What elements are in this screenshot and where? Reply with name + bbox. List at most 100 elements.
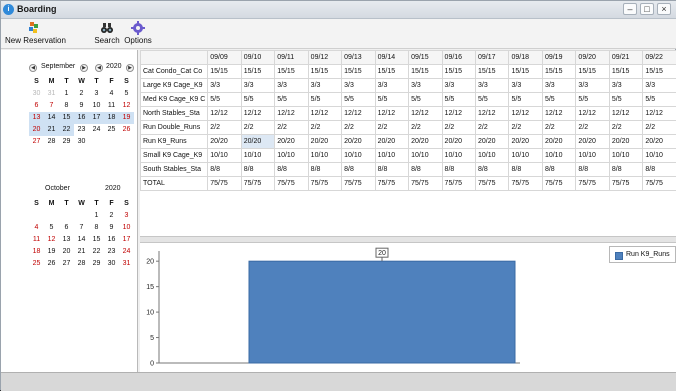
availability-cell[interactable]: 20/20 [509,135,542,149]
availability-cell[interactable]: 15/15 [442,65,475,79]
calendar-day[interactable]: 3 [119,210,134,222]
availability-cell[interactable]: 2/2 [643,121,676,135]
calendar-day[interactable]: 9 [104,222,119,234]
availability-cell[interactable]: 10/10 [409,149,442,163]
availability-cell[interactable]: 75/75 [208,177,241,191]
availability-cell[interactable]: 3/3 [208,79,241,93]
availability-cell[interactable]: 15/15 [542,65,575,79]
availability-cell[interactable]: 20/20 [342,135,375,149]
availability-cell[interactable]: 5/5 [375,93,408,107]
availability-cell[interactable]: 5/5 [442,93,475,107]
availability-cell[interactable]: 8/8 [609,163,642,177]
calendar-day[interactable]: 29 [59,136,74,148]
availability-cell[interactable]: 2/2 [375,121,408,135]
availability-cell[interactable]: 3/3 [643,79,676,93]
calendar-day[interactable]: 24 [119,246,134,258]
availability-cell[interactable]: 5/5 [241,93,274,107]
availability-cell[interactable]: 75/75 [375,177,408,191]
search-button[interactable]: Search [93,21,121,45]
calendar-day[interactable]: 16 [104,234,119,246]
availability-cell[interactable]: 10/10 [208,149,241,163]
date-column-header[interactable]: 09/12 [308,51,341,65]
calendar-day[interactable]: 12 [44,234,59,246]
availability-cell[interactable]: 5/5 [509,93,542,107]
availability-cell[interactable]: 15/15 [342,65,375,79]
calendar-day[interactable]: 11 [29,234,44,246]
calendar-day[interactable]: 12 [119,100,134,112]
calendar-day[interactable]: 2 [74,88,89,100]
calendar-day[interactable]: 22 [59,124,74,136]
calendar-day[interactable]: 5 [119,88,134,100]
availability-cell[interactable]: 12/12 [509,107,542,121]
availability-cell[interactable]: 10/10 [275,149,308,163]
calendar-day[interactable]: 4 [104,88,119,100]
next-month-icon[interactable]: ▶ [80,64,88,72]
calendar-day[interactable]: 27 [29,136,44,148]
calendar-day[interactable]: 5 [44,222,59,234]
availability-cell[interactable]: 2/2 [476,121,509,135]
prev-year-icon[interactable]: ◀ [95,64,103,72]
run-type-label[interactable]: Small K9 Cage_K9 [141,149,208,163]
calendar-day[interactable]: 3 [89,88,104,100]
availability-cell[interactable]: 3/3 [342,79,375,93]
availability-cell[interactable]: 12/12 [576,107,609,121]
availability-cell[interactable]: 10/10 [442,149,475,163]
calendar-day[interactable]: 14 [74,234,89,246]
availability-cell[interactable]: 20/20 [542,135,575,149]
availability-cell[interactable]: 8/8 [509,163,542,177]
availability-cell[interactable]: 75/75 [542,177,575,191]
date-column-header[interactable]: 09/17 [476,51,509,65]
availability-cell[interactable]: 8/8 [241,163,274,177]
calendar-day[interactable]: 11 [104,100,119,112]
calendar-day[interactable]: 21 [74,246,89,258]
availability-cell[interactable]: 10/10 [542,149,575,163]
calendar-day[interactable]: 18 [104,112,119,124]
calendar-day[interactable]: 26 [44,258,59,270]
calendar-day[interactable]: 15 [59,112,74,124]
calendar-day[interactable]: 19 [44,246,59,258]
calendar-day[interactable]: 25 [104,124,119,136]
availability-cell[interactable]: 10/10 [375,149,408,163]
availability-cell[interactable]: 15/15 [609,65,642,79]
splitter-handle[interactable] [140,236,676,243]
availability-cell[interactable]: 10/10 [342,149,375,163]
availability-cell[interactable]: 5/5 [643,93,676,107]
availability-cell[interactable]: 3/3 [375,79,408,93]
minimize-button[interactable]: – [623,3,637,15]
availability-cell[interactable]: 15/15 [576,65,609,79]
availability-cell[interactable]: 2/2 [409,121,442,135]
date-column-header[interactable]: 09/15 [409,51,442,65]
calendar-day[interactable]: 10 [89,100,104,112]
date-column-header[interactable]: 09/13 [342,51,375,65]
availability-cell[interactable]: 15/15 [208,65,241,79]
calendar-day[interactable]: 2 [104,210,119,222]
availability-cell[interactable]: 12/12 [542,107,575,121]
run-type-label[interactable]: Large K9 Cage_K9 [141,79,208,93]
availability-cell[interactable]: 20/20 [241,135,274,149]
calendar-day[interactable]: 28 [74,258,89,270]
availability-cell[interactable]: 12/12 [643,107,676,121]
calendar-day[interactable]: 21 [44,124,59,136]
availability-cell[interactable]: 5/5 [609,93,642,107]
options-button[interactable]: Options [123,21,153,45]
run-type-label[interactable]: Cat Condo_Cat Co [141,65,208,79]
availability-cell[interactable]: 2/2 [208,121,241,135]
availability-cell[interactable]: 75/75 [442,177,475,191]
availability-cell[interactable]: 15/15 [308,65,341,79]
availability-cell[interactable]: 12/12 [308,107,341,121]
availability-cell[interactable]: 8/8 [275,163,308,177]
availability-cell[interactable]: 10/10 [576,149,609,163]
availability-cell[interactable]: 5/5 [308,93,341,107]
availability-cell[interactable]: 3/3 [308,79,341,93]
calendar-day[interactable]: 20 [59,246,74,258]
calendar-day[interactable]: 8 [89,222,104,234]
availability-cell[interactable]: 20/20 [375,135,408,149]
calendar-day[interactable]: 24 [89,124,104,136]
availability-cell[interactable]: 75/75 [609,177,642,191]
availability-cell[interactable]: 15/15 [241,65,274,79]
availability-cell[interactable]: 5/5 [342,93,375,107]
availability-cell[interactable]: 20/20 [609,135,642,149]
date-column-header[interactable]: 09/09 [208,51,241,65]
availability-cell[interactable]: 2/2 [609,121,642,135]
availability-cell[interactable]: 2/2 [241,121,274,135]
